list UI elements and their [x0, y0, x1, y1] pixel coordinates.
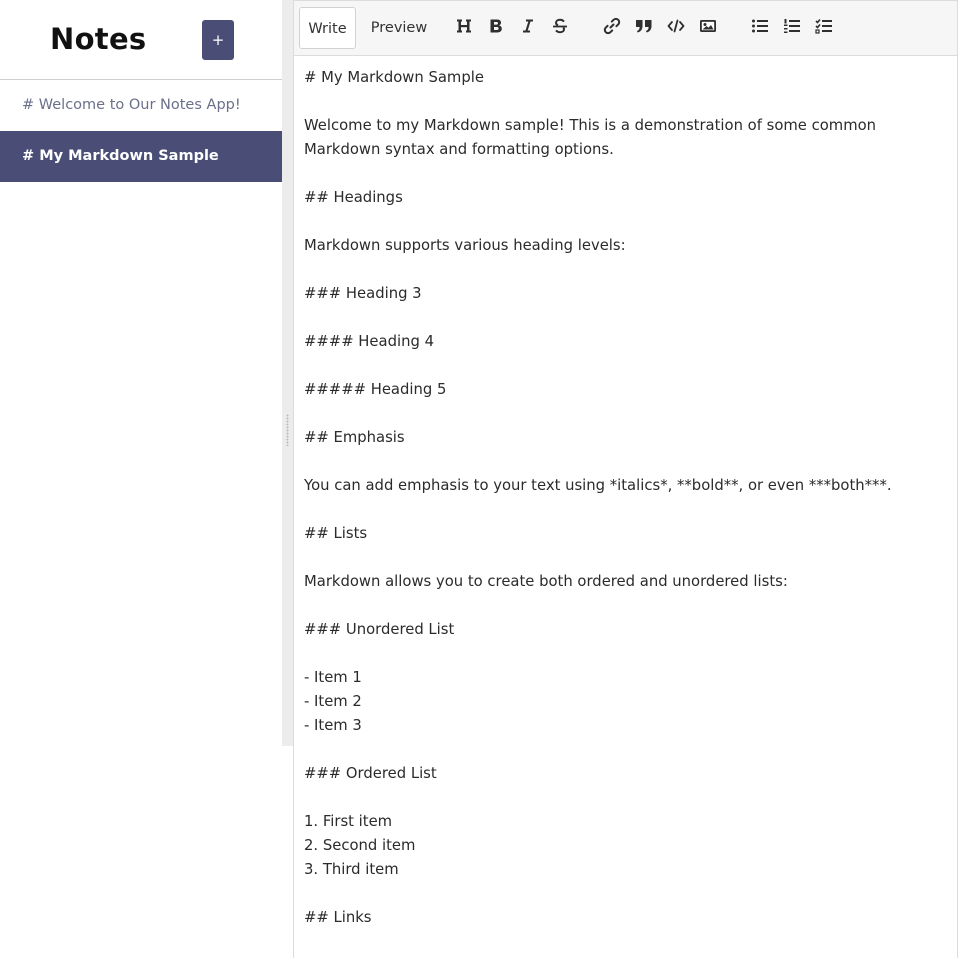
editor-line: ##### Heading 5	[304, 381, 447, 398]
tab-preview[interactable]: Preview	[364, 7, 434, 49]
ordered-list-icon[interactable]	[780, 13, 804, 39]
editor-line: Markdown supports various heading levels…	[304, 237, 626, 254]
unordered-list-icon[interactable]	[748, 13, 772, 39]
editor-line: 1. First item	[304, 813, 393, 830]
editor-line: Markdown allows you to create both order…	[304, 573, 788, 590]
editor-line: 2. Second item	[304, 837, 416, 854]
editor-line: ## Lists	[304, 525, 368, 542]
tab-write[interactable]: Write	[299, 7, 356, 49]
editor-line: ### Unordered List	[304, 621, 455, 638]
link-icon[interactable]	[600, 13, 624, 39]
header-icon[interactable]	[452, 13, 476, 39]
editor-line: - Item 1	[304, 669, 362, 686]
image-icon[interactable]	[696, 13, 720, 39]
editor-line: Welcome to my Markdown sample! This is a…	[304, 117, 881, 158]
note-list: # Welcome to Our Notes App! # My Markdow…	[0, 80, 282, 182]
editor-line: #### Heading 4	[304, 333, 434, 350]
sidebar-title: Notes	[50, 22, 147, 56]
checked-list-icon[interactable]	[812, 13, 836, 39]
sidebar-resize-handle[interactable]	[282, 0, 293, 746]
quote-icon[interactable]	[632, 13, 656, 39]
code-icon[interactable]	[664, 13, 688, 39]
editor-line: - Item 3	[304, 717, 362, 734]
note-item-welcome[interactable]: # Welcome to Our Notes App!	[0, 80, 282, 131]
editor-line: - Item 2	[304, 693, 362, 710]
editor-line: ### Ordered List	[304, 765, 437, 782]
editor-line: ## Emphasis	[304, 429, 405, 446]
editor-line: You can add emphasis to your text using …	[304, 477, 892, 494]
markdown-editor: Write Preview # My Markdown Sample Welco…	[293, 0, 958, 958]
note-item-markdown-sample[interactable]: # My Markdown Sample	[0, 131, 282, 182]
sidebar-header: Notes +	[0, 0, 282, 80]
editor-toolbar: Write Preview	[294, 0, 957, 56]
bold-icon[interactable]	[484, 13, 508, 39]
markdown-textarea[interactable]: # My Markdown Sample Welcome to my Markdo…	[304, 66, 951, 930]
strikethrough-icon[interactable]	[548, 13, 572, 39]
editor-line: # My Markdown Sample	[304, 69, 484, 86]
italic-icon[interactable]	[516, 13, 540, 39]
editor-line: ### Heading 3	[304, 285, 422, 302]
sidebar: Notes + # Welcome to Our Notes App! # My…	[0, 0, 282, 746]
add-note-button[interactable]: +	[202, 20, 234, 60]
editor-line: 3. Third item	[304, 861, 399, 878]
drag-grip-icon	[286, 414, 289, 446]
editor-line: ## Links	[304, 909, 372, 926]
editor-line: ## Headings	[304, 189, 403, 206]
